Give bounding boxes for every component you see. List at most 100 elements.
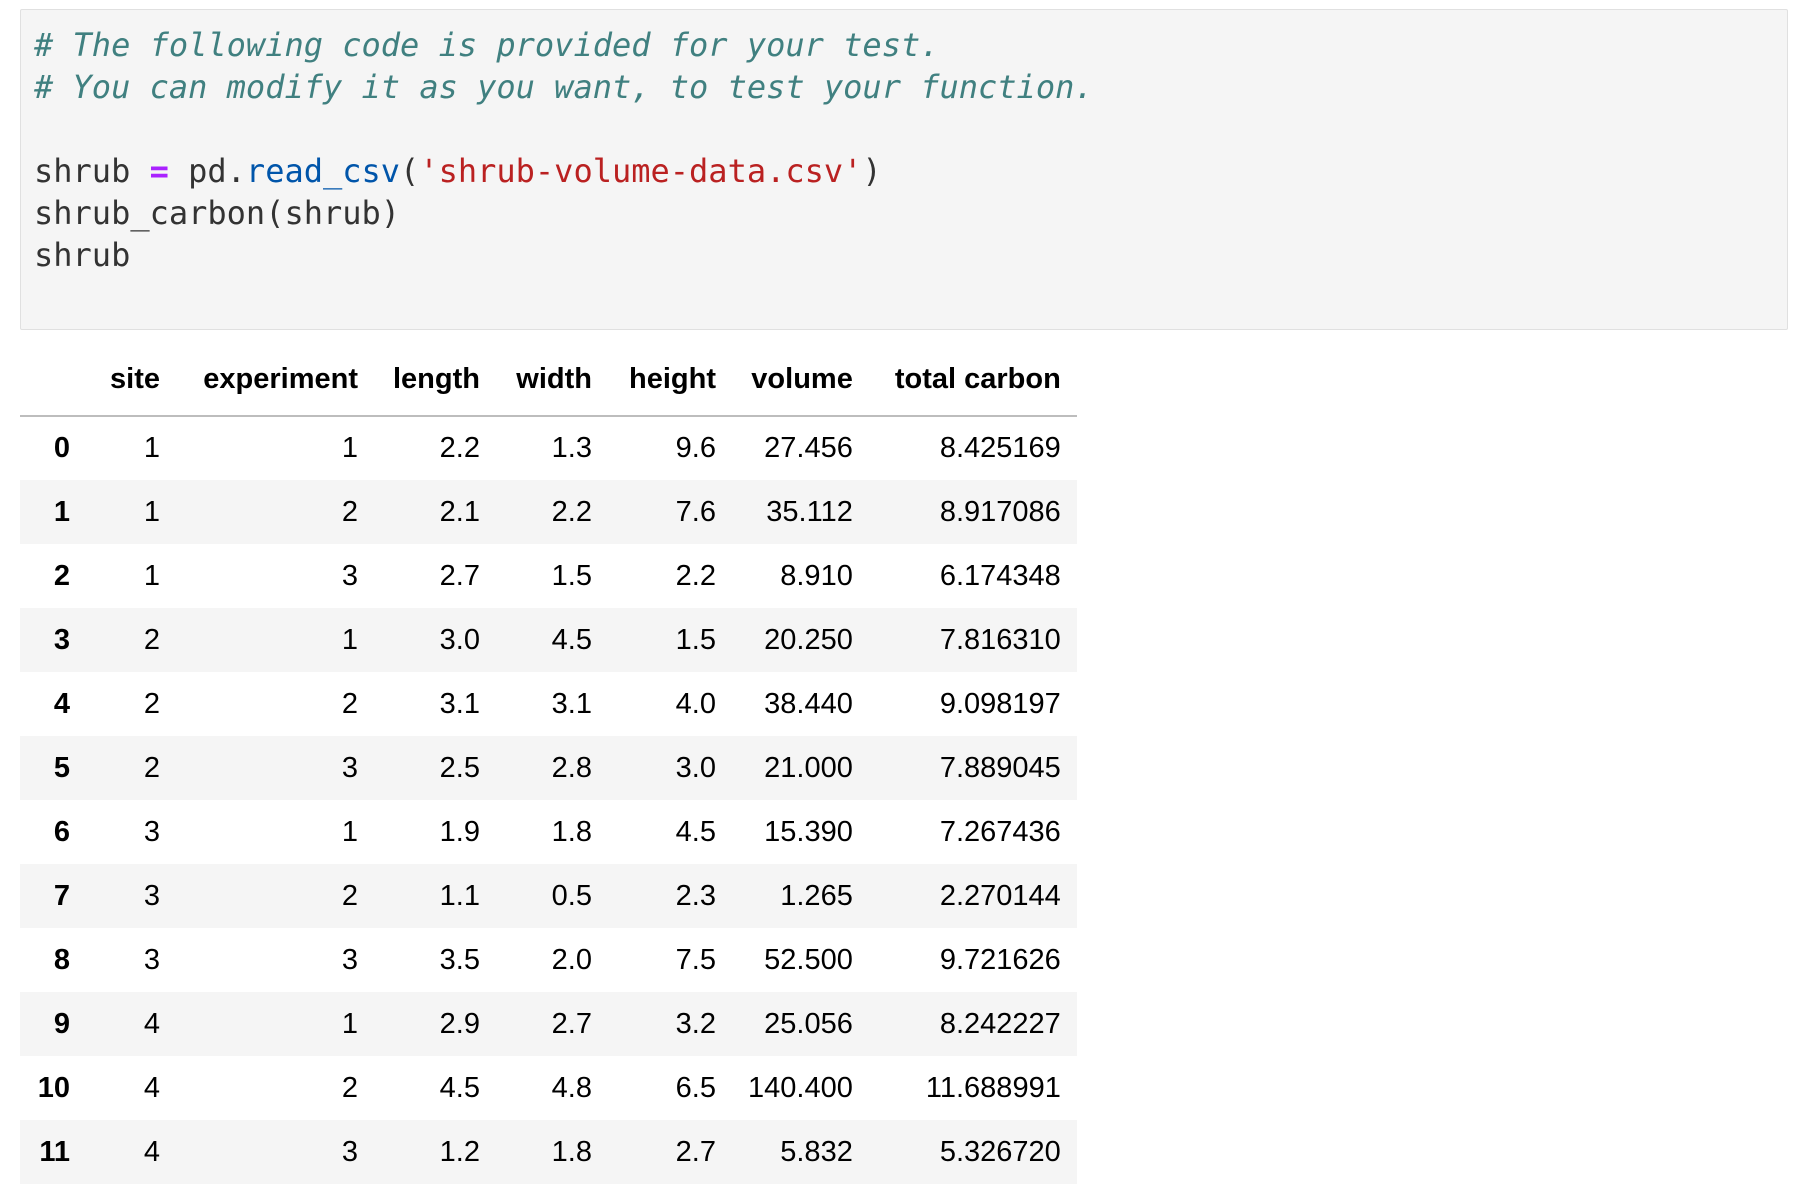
cell-site: 3 [143, 879, 160, 912]
cell-length: 3.5 [439, 943, 480, 976]
row-index: 0 [53, 432, 70, 464]
table-row: 8 3 3 3.5 2.0 7.5 52.500 9.721626 [20, 928, 1077, 992]
cell-height: 4.5 [675, 815, 716, 848]
cell-volume: 35.112 [766, 495, 853, 528]
row-index: 8 [53, 943, 70, 976]
code-line-5: shrub [34, 234, 1094, 276]
cell-total-carbon: 7.267436 [939, 815, 1061, 848]
table-row: 1 1 2 2.1 2.2 7.6 35.112 8.917086 [20, 480, 1077, 544]
cell-site: 4 [143, 1071, 160, 1104]
row-index: 4 [53, 687, 70, 720]
cell-height: 3.2 [675, 1007, 716, 1040]
cell-site: 4 [143, 1007, 160, 1040]
cell-height: 7.5 [675, 943, 716, 976]
cell-total-carbon: 8.917086 [939, 495, 1061, 528]
cell-height: 4.0 [675, 687, 716, 720]
table-row: 10 4 2 4.5 4.8 6.5 140.400 11.688991 [20, 1056, 1077, 1120]
cell-width: 2.0 [551, 943, 592, 976]
table-row: 4 2 2 3.1 3.1 4.0 38.440 9.098197 [20, 672, 1077, 736]
cell-length: 1.1 [439, 879, 480, 912]
header-height: height [608, 352, 732, 417]
cell-experiment: 3 [341, 943, 358, 976]
cell-height: 2.7 [675, 1135, 716, 1168]
cell-height: 1.5 [675, 623, 716, 656]
cell-site: 1 [143, 559, 160, 592]
cell-volume: 21.000 [764, 751, 853, 784]
cell-width: 2.8 [551, 751, 592, 784]
table-row: 11 4 3 1.2 1.8 2.7 5.832 5.326720 [20, 1120, 1077, 1184]
code-string: 'shrub-volume-data.csv' [419, 152, 863, 190]
cell-height: 7.6 [675, 495, 716, 528]
cell-volume: 8.910 [780, 559, 853, 592]
code-function-name: read_csv [245, 152, 401, 190]
row-index: 1 [53, 495, 70, 528]
cell-site: 2 [143, 623, 160, 656]
header-total-carbon: total carbon [868, 352, 1077, 417]
cell-width: 4.8 [551, 1071, 592, 1104]
cell-total-carbon: 11.688991 [925, 1071, 1061, 1104]
cell-total-carbon: 6.174348 [939, 559, 1061, 592]
cell-width: 1.8 [551, 815, 592, 848]
cell-width: 2.2 [551, 495, 592, 528]
cell-volume: 140.400 [748, 1071, 853, 1104]
cell-experiment: 1 [341, 623, 358, 656]
cell-experiment: 2 [341, 687, 358, 720]
table-row: 7 3 2 1.1 0.5 2.3 1.265 2.270144 [20, 864, 1077, 928]
cell-width: 3.1 [551, 687, 592, 720]
code-object: pd. [168, 152, 246, 190]
cell-length: 4.5 [439, 1071, 480, 1104]
cell-total-carbon: 9.098197 [939, 687, 1061, 720]
cell-experiment: 3 [341, 1135, 358, 1168]
cell-width: 4.5 [551, 623, 592, 656]
row-index: 6 [53, 815, 70, 848]
cell-height: 3.0 [675, 751, 716, 784]
cell-volume: 25.056 [764, 1007, 853, 1040]
cell-length: 2.9 [439, 1007, 480, 1040]
cell-experiment: 2 [341, 1071, 358, 1104]
cell-site: 3 [143, 943, 160, 976]
cell-experiment: 2 [341, 495, 358, 528]
code-paren-close: ) [862, 152, 882, 190]
code-line-2: # You can modify it as you want, to test… [34, 66, 1094, 108]
cell-volume: 1.265 [780, 879, 853, 912]
header-volume: volume [732, 352, 869, 417]
code-comment: # You can modify it as you want, to test… [34, 68, 1094, 106]
cell-experiment: 1 [341, 1007, 358, 1040]
header-index [20, 352, 92, 417]
cell-length: 2.7 [439, 559, 480, 592]
row-index: 11 [39, 1135, 70, 1168]
table-row: 6 3 1 1.9 1.8 4.5 15.390 7.267436 [20, 800, 1077, 864]
code-line-4: shrub_carbon(shrub) [34, 192, 1094, 234]
code-editor[interactable]: # The following code is provided for you… [34, 24, 1094, 276]
cell-site: 1 [143, 495, 160, 528]
cell-height: 6.5 [675, 1071, 716, 1104]
code-call: shrub_carbon(shrub) [34, 194, 401, 232]
row-index: 3 [53, 623, 70, 656]
cell-site: 3 [143, 815, 160, 848]
row-index: 10 [37, 1071, 70, 1104]
cell-experiment: 1 [341, 432, 358, 464]
cell-length: 2.5 [439, 751, 480, 784]
row-index: 2 [53, 559, 70, 592]
cell-site: 4 [143, 1135, 160, 1168]
table-row: 5 2 3 2.5 2.8 3.0 21.000 7.889045 [20, 736, 1077, 800]
cell-width: 1.8 [551, 1135, 592, 1168]
code-operator: = [149, 152, 169, 190]
header-length: length [374, 352, 496, 417]
cell-site: 2 [143, 751, 160, 784]
code-line-1: # The following code is provided for you… [34, 24, 1094, 66]
header-width: width [496, 352, 608, 417]
row-index: 9 [53, 1007, 70, 1040]
cell-length: 1.9 [439, 815, 480, 848]
cell-site: 1 [143, 432, 160, 464]
table-row: 9 4 1 2.9 2.7 3.2 25.056 8.242227 [20, 992, 1077, 1056]
dataframe-table: site experiment length width height volu… [20, 352, 1077, 1184]
cell-volume: 27.456 [764, 432, 853, 464]
cell-length: 1.2 [439, 1135, 480, 1168]
table-header: site experiment length width height volu… [20, 352, 1077, 417]
table-body: 0 1 1 2.2 1.3 9.6 27.456 8.425169 1 1 2 2.1 2.2 7.6 35… [20, 416, 1077, 1184]
code-cell[interactable]: # The following code is provided for you… [20, 9, 1788, 330]
table-row: 2 1 3 2.7 1.5 2.2 8.910 6.174348 [20, 544, 1077, 608]
row-index: 7 [53, 879, 70, 912]
